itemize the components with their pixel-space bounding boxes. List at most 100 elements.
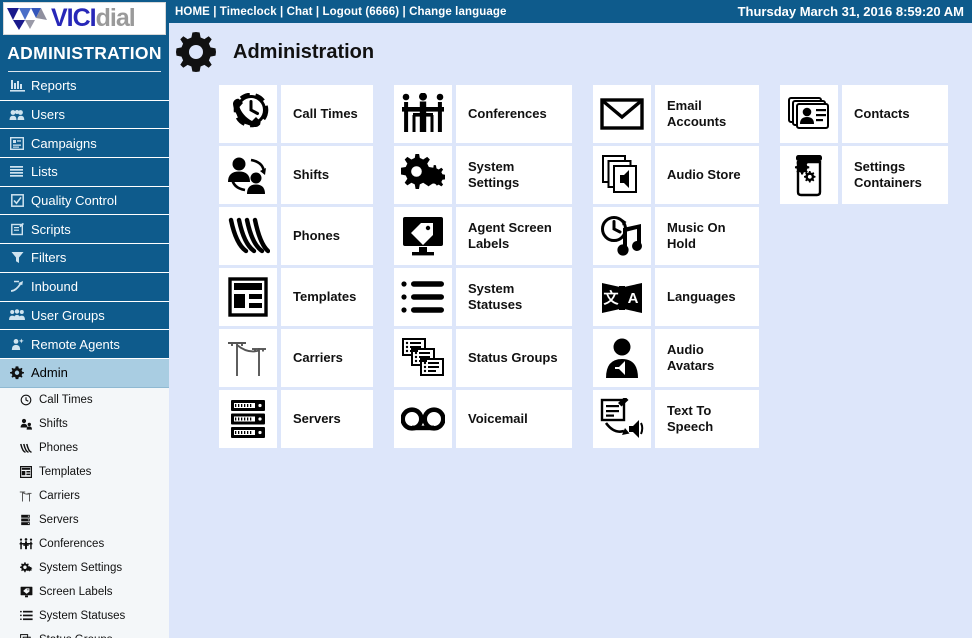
- shifts-icon: [18, 417, 34, 431]
- submenu-item-templates[interactable]: Templates: [0, 460, 169, 484]
- tile-settings-containers[interactable]: Settings Containers: [780, 146, 948, 204]
- sidebar-item-user-groups[interactable]: User Groups: [0, 302, 169, 331]
- sidebar-item-label: Remote Agents: [31, 336, 120, 352]
- tile-servers[interactable]: Servers: [219, 390, 373, 448]
- user-groups-icon: [8, 308, 26, 323]
- sidebar-item-quality-control[interactable]: Quality Control: [0, 187, 169, 216]
- tile-column-4: Contacts Settings Containers: [780, 85, 948, 448]
- tile-carriers[interactable]: Carriers: [219, 329, 373, 387]
- status-groups-icon: [18, 633, 34, 638]
- submenu-item-conferences[interactable]: Conferences: [0, 532, 169, 556]
- sidebar-item-label: Campaigns: [31, 135, 97, 151]
- status-list-icon: [394, 268, 452, 326]
- top-bar: HOME | Timeclock | Chat | Logout (6666) …: [169, 0, 972, 23]
- tile-agent-screen-labels[interactable]: Agent Screen Labels: [394, 207, 572, 265]
- tile-music-on-hold[interactable]: Music On Hold: [593, 207, 759, 265]
- submenu-item-label: Phones: [39, 441, 79, 454]
- tile-audio-avatars[interactable]: Audio Avatars: [593, 329, 759, 387]
- sidebar-item-label: Scripts: [31, 221, 71, 237]
- sidebar-item-inbound[interactable]: Inbound: [0, 273, 169, 302]
- page-title: Administration: [233, 40, 375, 63]
- sidebar-title-divider: [8, 71, 161, 72]
- page-header: Administration: [169, 23, 972, 81]
- tile-voicemail[interactable]: Voicemail: [394, 390, 572, 448]
- carrier-pole-icon: [18, 489, 34, 503]
- template-icon: [18, 465, 34, 479]
- submenu-item-label: Servers: [39, 513, 79, 526]
- tile-label: Templates: [281, 268, 373, 326]
- submenu-item-label: Call Times: [39, 393, 93, 406]
- tile-label: Agent Screen Labels: [456, 207, 572, 265]
- tile-email-accounts[interactable]: Email Accounts: [593, 85, 759, 143]
- sidebar-item-reports[interactable]: Reports: [0, 72, 169, 101]
- tile-label: Phones: [281, 207, 373, 265]
- tile-status-groups[interactable]: Status Groups: [394, 329, 572, 387]
- screen-label-icon: [394, 207, 452, 265]
- tile-label: System Settings: [456, 146, 572, 204]
- sidebar-subtitle: ADMINISTRATION: [7, 43, 162, 63]
- conference-icon: [394, 85, 452, 143]
- svg-text:A: A: [628, 290, 639, 307]
- tile-label: Text To Speech: [655, 390, 759, 448]
- voicemail-icon: [394, 390, 452, 448]
- tile-conferences[interactable]: Conferences: [394, 85, 572, 143]
- tile-label: Audio Store: [655, 146, 759, 204]
- sidebar-item-label: Users: [31, 107, 65, 123]
- vicidial-logo-mark: [7, 8, 47, 30]
- tile-text-to-speech[interactable]: Text To Speech: [593, 390, 759, 448]
- submenu-item-call-times[interactable]: Call Times: [0, 388, 169, 412]
- text-to-speech-icon: [593, 390, 651, 448]
- submenu-item-label: Carriers: [39, 489, 80, 502]
- tile-system-settings[interactable]: System Settings: [394, 146, 572, 204]
- top-nav-links[interactable]: HOME | Timeclock | Chat | Logout (6666) …: [175, 6, 506, 18]
- tile-shifts[interactable]: Shifts: [219, 146, 373, 204]
- sidebar-item-lists[interactable]: Lists: [0, 158, 169, 187]
- tile-phones[interactable]: Phones: [219, 207, 373, 265]
- sidebar-item-remote-agents[interactable]: Remote Agents: [0, 330, 169, 359]
- tile-column-2: Conferences System Settings Agent Screen…: [394, 85, 572, 448]
- sidebar-item-admin[interactable]: Admin: [0, 358, 169, 388]
- sidebar-item-label: Lists: [31, 164, 58, 180]
- gears-icon: [394, 146, 452, 204]
- sidebar-item-users[interactable]: Users: [0, 101, 169, 130]
- music-on-hold-icon: [593, 207, 651, 265]
- sidebar-item-campaigns[interactable]: Campaigns: [0, 129, 169, 159]
- tile-label: Carriers: [281, 329, 373, 387]
- tile-system-statuses[interactable]: System Statuses: [394, 268, 572, 326]
- submenu-item-label: Shifts: [39, 417, 68, 430]
- tile-templates[interactable]: Templates: [219, 268, 373, 326]
- lists-icon: [8, 164, 26, 179]
- tile-column-1: Call Times Shifts Phones Templates Carri…: [219, 85, 373, 448]
- submenu-item-system-statuses[interactable]: System Statuses: [0, 604, 169, 628]
- audio-avatar-icon: [593, 329, 651, 387]
- sidebar-item-filters[interactable]: Filters: [0, 244, 169, 273]
- funnel-icon: [8, 250, 26, 265]
- sidebar-item-label: User Groups: [31, 307, 105, 323]
- tile-label: Conferences: [456, 85, 572, 143]
- settings-jar-icon: [780, 146, 838, 204]
- vicidial-logo[interactable]: VICIdial: [3, 2, 166, 35]
- sidebar-item-label: Reports: [31, 78, 77, 94]
- tile-label: Shifts: [281, 146, 373, 204]
- datetime-display: Thursday March 31, 2016 8:59:20 AM: [737, 4, 964, 19]
- vicidial-logo-text: VICIdial: [51, 6, 136, 31]
- tile-contacts[interactable]: Contacts: [780, 85, 948, 143]
- submenu-item-status-groups[interactable]: Status Groups: [0, 628, 169, 638]
- tile-languages[interactable]: 文A Languages: [593, 268, 759, 326]
- tile-label: Status Groups: [456, 329, 572, 387]
- submenu-item-shifts[interactable]: Shifts: [0, 412, 169, 436]
- submenu-item-system-settings[interactable]: System Settings: [0, 556, 169, 580]
- audio-store-icon: [593, 146, 651, 204]
- submenu-item-phones[interactable]: Phones: [0, 436, 169, 460]
- submenu-item-carriers[interactable]: Carriers: [0, 484, 169, 508]
- sidebar-item-label: Filters: [31, 250, 67, 266]
- submenu-item-servers[interactable]: Servers: [0, 508, 169, 532]
- tile-column-3: Email Accounts Audio Store Music On Hold…: [593, 85, 759, 448]
- submenu-item-screen-labels[interactable]: Screen Labels: [0, 580, 169, 604]
- tile-audio-store[interactable]: Audio Store: [593, 146, 759, 204]
- remote-agent-icon: [8, 337, 26, 352]
- tile-call-times[interactable]: Call Times: [219, 85, 373, 143]
- call-times-icon: [219, 85, 277, 143]
- submenu-item-label: Screen Labels: [39, 585, 113, 598]
- sidebar-item-scripts[interactable]: Scripts: [0, 215, 169, 245]
